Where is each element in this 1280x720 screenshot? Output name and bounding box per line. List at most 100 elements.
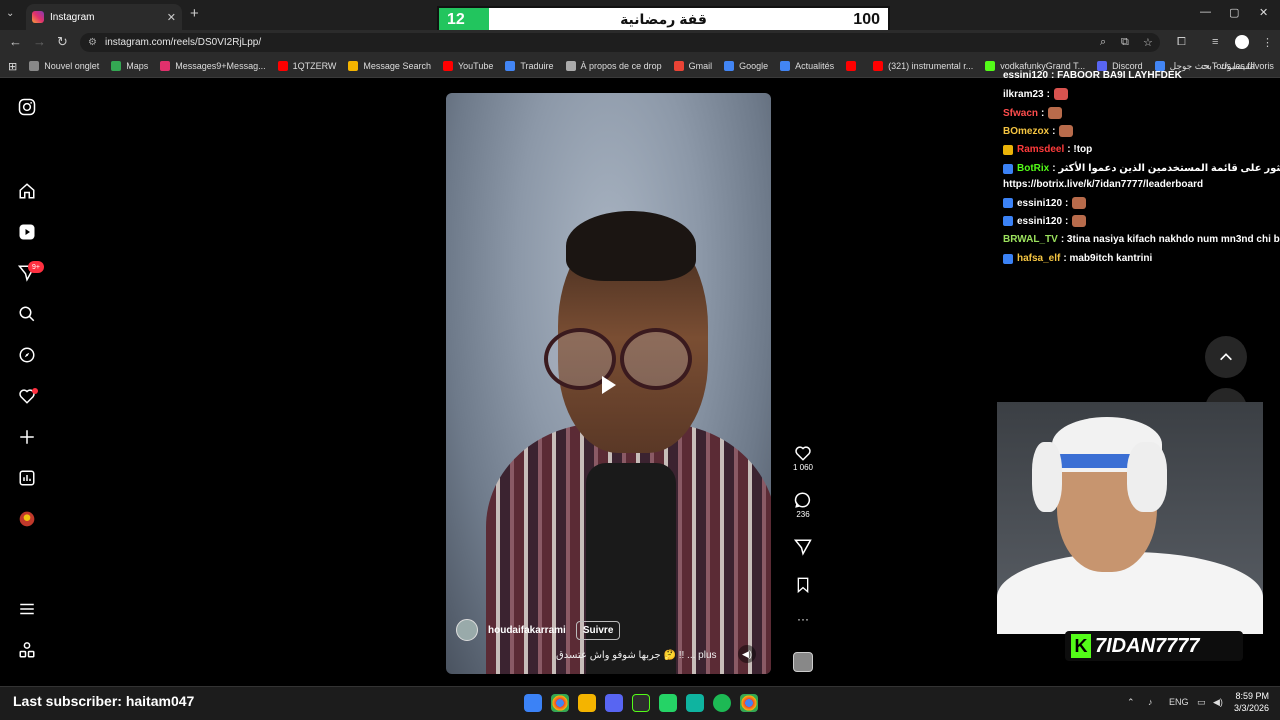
chrome-menu-icon[interactable]: ⋮ <box>1262 36 1273 49</box>
bookmark-star-icon[interactable]: ☆ <box>1143 36 1153 49</box>
bookmark-favicon-icon <box>442 61 453 71</box>
bookmark-item[interactable]: Actualités <box>780 61 834 71</box>
install-app-icon[interactable]: ⧉ <box>1121 36 1129 49</box>
microphone-icon[interactable]: ♪ <box>1148 697 1153 707</box>
bookmark-label: YouTube <box>457 61 494 71</box>
address-bar[interactable]: ⚙ instagram.com/reels/DS0VI2RjLpp/ <box>80 33 1160 52</box>
stream-app-icon[interactable] <box>632 694 650 712</box>
chat-text: : يمكنك العثور على قائمة المستخدمين الذي… <box>1052 163 1280 174</box>
reel-caption[interactable]: جربها شوفو واش عتسدق 🤔 !! ... plus <box>556 650 717 661</box>
audio-thumbnail[interactable] <box>793 652 813 672</box>
profile-avatar[interactable] <box>1235 35 1249 49</box>
more-menu-icon[interactable] <box>17 599 37 619</box>
bookmark-label: 1QTZERW <box>292 61 337 71</box>
file-explorer-icon[interactable] <box>578 694 596 712</box>
mute-speaker-icon[interactable]: ◀) <box>738 645 756 663</box>
new-tab-button[interactable]: + <box>190 5 199 22</box>
bookmark-item[interactable]: Nouvel onglet <box>29 61 99 71</box>
bookmark-item[interactable]: Message Search <box>348 61 431 71</box>
apps-grid-icon[interactable]: ⊞ <box>8 60 17 73</box>
save-action[interactable] <box>790 575 816 595</box>
volume-icon[interactable]: ◀) <box>1213 697 1223 708</box>
back-arrow-icon[interactable]: ← <box>9 34 22 49</box>
share-action[interactable] <box>790 537 816 557</box>
bookmark-item[interactable]: (321) instrumental r... <box>873 61 973 71</box>
close-window-button[interactable]: ✕ <box>1259 6 1268 19</box>
bookmark-item[interactable]: Traduire <box>505 61 554 71</box>
tray-chevron-up-icon[interactable]: ⌃ <box>1127 697 1135 708</box>
explore-compass-icon[interactable] <box>17 345 37 365</box>
tab-search-chevron-icon[interactable]: ⌄ <box>6 8 14 19</box>
previous-reel-button[interactable] <box>1205 336 1247 378</box>
app-taskbar-icon[interactable] <box>686 694 704 712</box>
author-avatar[interactable] <box>456 619 478 641</box>
bookmark-item[interactable]: YouTube <box>442 61 494 71</box>
bookmark-label: (321) instrumental r... <box>888 61 974 71</box>
chat-username[interactable]: BOmezox <box>1003 126 1049 137</box>
chat-message: https://botrix.live/k/7idan7777/leaderbo… <box>1003 179 1203 190</box>
share-send-icon[interactable] <box>790 537 816 557</box>
chat-message: essini120: FABOOR BA9I LAYHFDEK <box>1003 70 1182 81</box>
chat-username[interactable]: ilkram23 <box>1003 89 1044 100</box>
profile-avatar-icon[interactable] <box>17 509 37 529</box>
reading-list-icon[interactable]: ≡ <box>1212 36 1218 48</box>
like-heart-icon[interactable] <box>790 443 816 463</box>
chat-text: : <box>1041 107 1045 119</box>
more-options-button[interactable]: ··· <box>790 612 816 626</box>
chrome-active-taskbar-icon[interactable] <box>740 694 758 712</box>
chat-username[interactable]: BRWAL_TV <box>1003 234 1058 245</box>
chat-username[interactable]: hafsa_elf <box>1017 253 1060 264</box>
chat-message: hafsa_elf: mab9itch kantrini <box>1003 253 1152 264</box>
forward-arrow-icon[interactable]: → <box>33 34 46 49</box>
search-icon[interactable] <box>17 304 37 324</box>
chat-emote-icon <box>1072 215 1087 227</box>
chat-username[interactable]: BotRix <box>1017 163 1049 174</box>
minimize-button[interactable]: — <box>1200 6 1211 18</box>
bookmark-item[interactable]: 1QTZERW <box>277 61 337 71</box>
tab-close-icon[interactable]: ✕ <box>167 11 176 24</box>
discord-taskbar-icon[interactable] <box>605 694 623 712</box>
create-plus-icon[interactable] <box>17 427 37 447</box>
tab-instagram[interactable]: Instagram ✕ <box>26 4 182 30</box>
site-info-icon[interactable]: ⚙ <box>88 37 97 48</box>
spotify-taskbar-icon[interactable] <box>713 694 731 712</box>
language-indicator[interactable]: ENG <box>1169 697 1189 707</box>
bookmark-label: Google <box>739 61 769 71</box>
network-icon[interactable]: ▭ <box>1197 697 1206 708</box>
chat-username[interactable]: essini120 <box>1017 216 1062 227</box>
like-action[interactable]: 1 060 <box>790 443 816 472</box>
follow-button[interactable]: Suivre <box>575 620 621 640</box>
chat-username[interactable]: essini120 <box>1017 198 1062 209</box>
comment-bubble-icon[interactable] <box>790 490 816 510</box>
maximize-button[interactable]: ▢ <box>1229 6 1239 19</box>
bookmark-item[interactable]: Gmail <box>673 61 712 71</box>
home-icon[interactable] <box>17 181 37 201</box>
system-clock[interactable]: 8:59 PM 3/3/2026 <box>1234 690 1269 714</box>
chat-badge-icon <box>1003 163 1013 174</box>
bookmark-item[interactable]: À propos de ce drop <box>565 61 662 71</box>
whatsapp-taskbar-icon[interactable] <box>659 694 677 712</box>
windows-start-icon[interactable] <box>524 694 542 712</box>
reload-icon[interactable]: ↻ <box>57 34 68 50</box>
chat-username[interactable]: Ramsdeel <box>1017 144 1064 155</box>
bookmark-item[interactable]: Maps <box>111 61 148 71</box>
bookmark-label: À propos de ce drop <box>580 61 662 71</box>
all-bookmarks-folder[interactable]: ▭ Tous les favoris <box>1201 61 1274 72</box>
comment-action[interactable]: 236 <box>790 490 816 519</box>
bookmark-item[interactable]: Messages9+Messag... <box>160 61 266 71</box>
play-icon[interactable] <box>596 373 620 397</box>
also-from-meta-icon[interactable] <box>17 640 37 660</box>
dashboard-icon[interactable] <box>17 468 37 488</box>
bookmark-save-icon[interactable] <box>790 575 816 595</box>
reels-icon[interactable] <box>17 222 37 242</box>
extensions-icon[interactable]: ⧠ <box>1177 36 1186 49</box>
bookmark-item[interactable] <box>846 61 861 71</box>
zoom-icon[interactable]: ⌕ <box>1100 36 1106 49</box>
author-username[interactable]: houdaifakarrami <box>488 625 566 636</box>
chrome-taskbar-icon[interactable] <box>551 694 569 712</box>
bookmark-item[interactable]: Google <box>724 61 768 71</box>
chat-username[interactable]: essini120 <box>1003 70 1048 81</box>
chat-username[interactable]: Sfwacn <box>1003 108 1038 119</box>
instagram-logo-icon[interactable] <box>17 97 37 117</box>
reel-video[interactable]: houdaifakarrami Suivre جربها شوفو واش عت… <box>446 93 771 674</box>
